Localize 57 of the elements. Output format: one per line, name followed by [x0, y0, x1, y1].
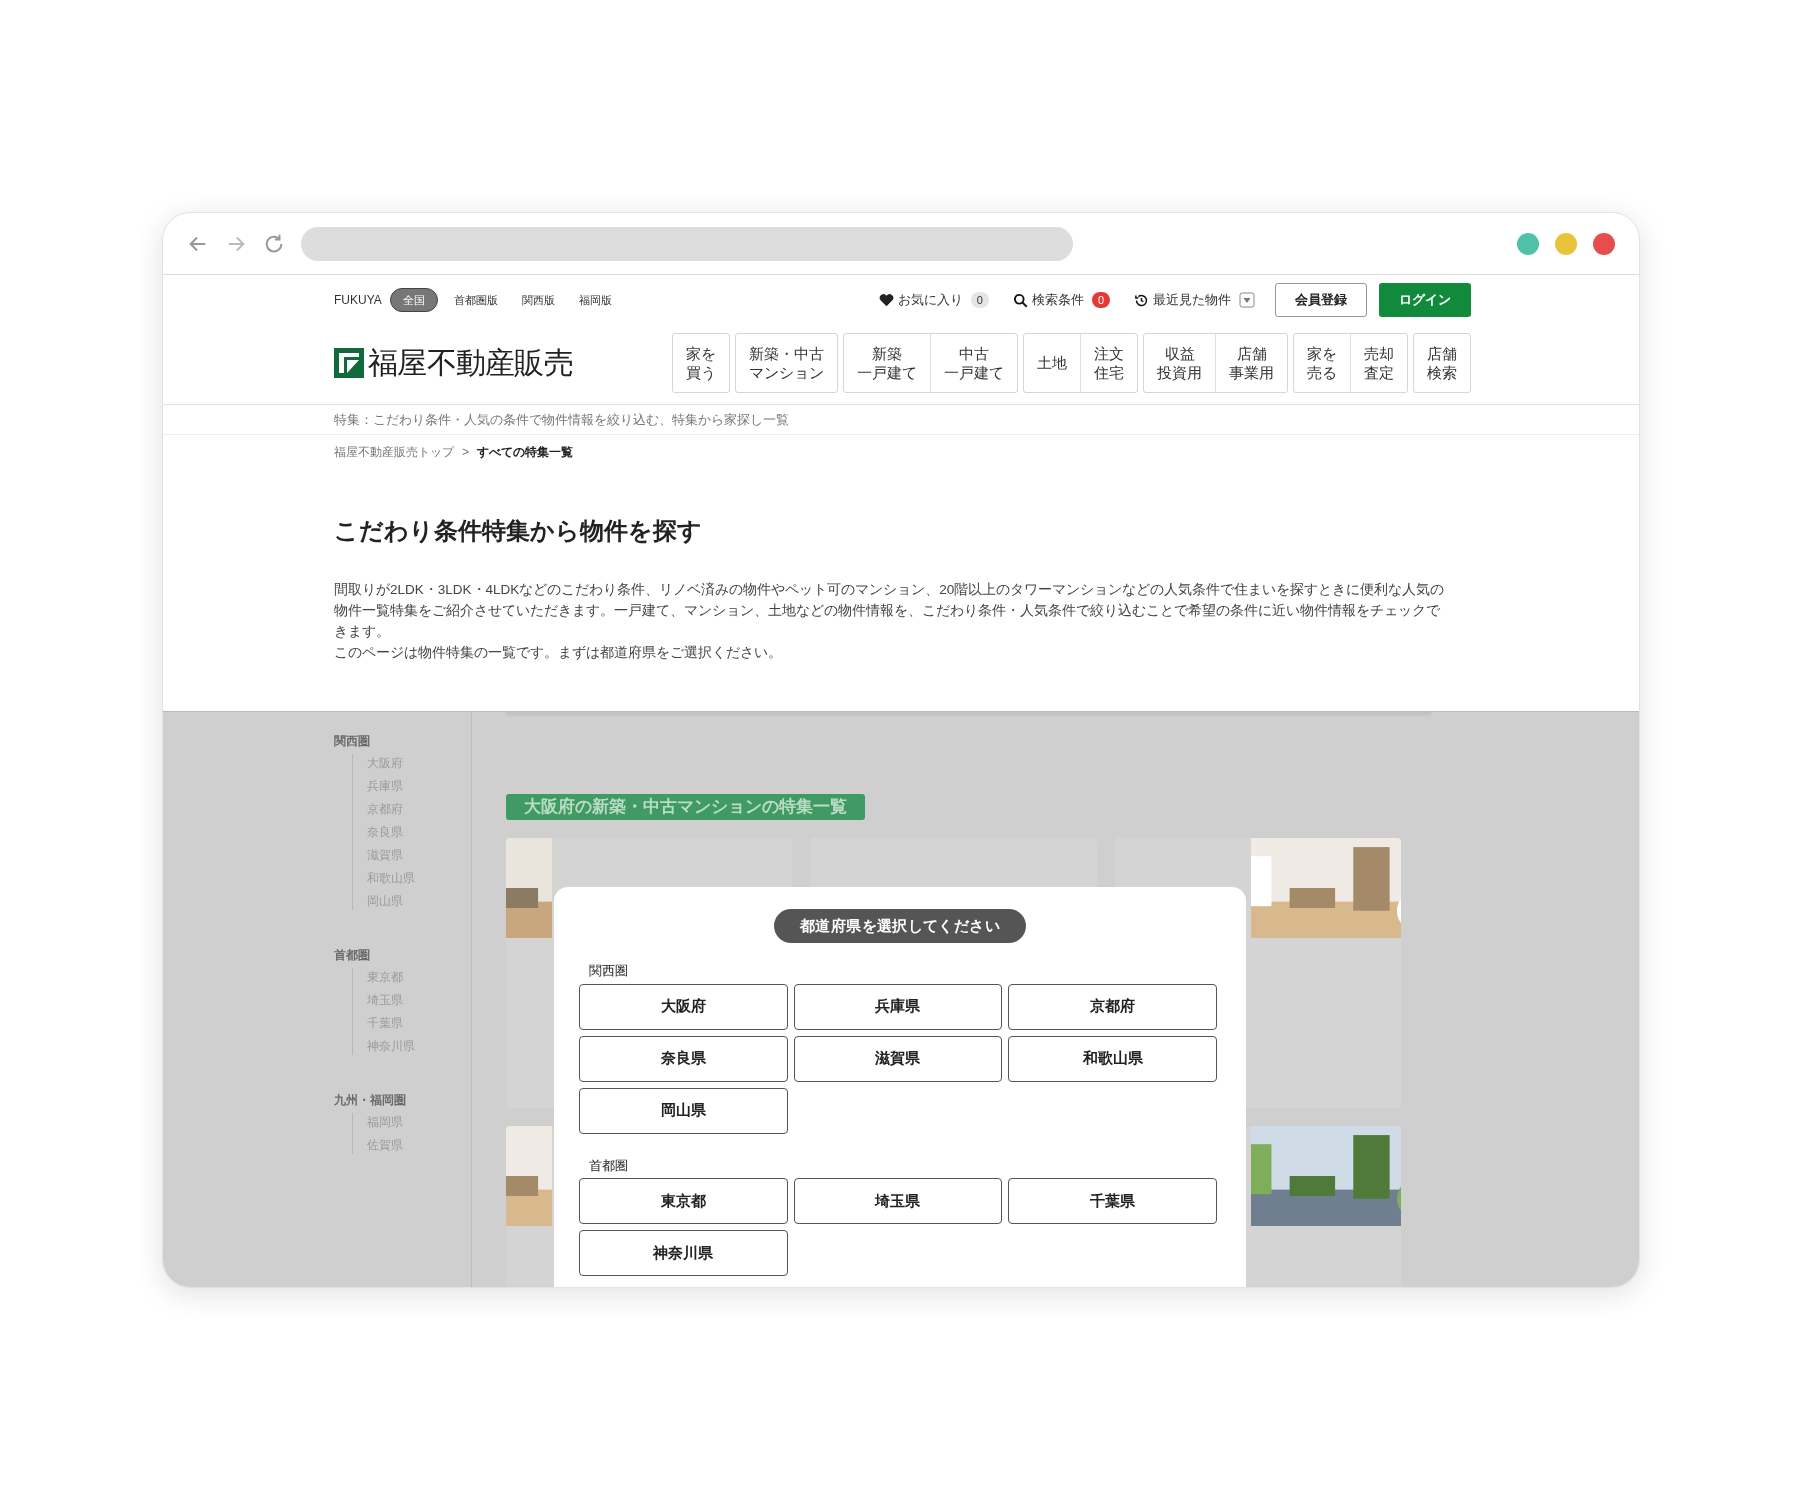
nav-link[interactable]: 家を 買う [673, 333, 729, 392]
prefecture-button[interactable]: 和歌山県 [1008, 1035, 1217, 1082]
region-label: 関西圏 [589, 962, 629, 980]
prefecture-button[interactable]: 大阪府 [579, 983, 788, 1030]
prefecture-button[interactable]: 東京都 [579, 1178, 788, 1224]
region-heading[interactable]: 九州・福岡圏 [334, 1091, 471, 1109]
page-heading: こだわり条件特集から物件を探す [333, 516, 703, 546]
nav-link[interactable]: 注文 住宅 [1080, 333, 1137, 392]
window-button-icon[interactable] [1517, 232, 1539, 255]
recently-viewed-link[interactable]: 最近見た物件 [1134, 290, 1231, 310]
nav-link[interactable]: 売却 査定 [1350, 333, 1407, 392]
dropdown-icon[interactable] [1239, 292, 1255, 308]
prefecture-button[interactable]: 奈良県 [579, 1035, 788, 1082]
edition-tab[interactable]: 全国 [389, 287, 438, 313]
prefecture-button[interactable]: 兵庫県 [793, 983, 1003, 1030]
description-text: 間取りが2LDK・3LDK・4LDKなどのこだわり条件、リノベ済みの物件やペット可のマンション、20階以上のタワーマンションなどの人気条件で住まいを探すときに便利な人気の物件一覧特集をご紹介させていただきます。一戸建て、マンション、土地などの物件情報を、こだわり条件・人気条件で絞り込むことで希望の条件に近い物件情報をチェックできます。 [334, 581, 1446, 641]
nav-link[interactable]: 新築・中古 マンション [736, 333, 837, 392]
page-caption: 特集：こだわり条件・人気の条件で物件情報を絞り込む、特集から家探し一覧 [334, 410, 789, 429]
nav-link[interactable]: 新築 一戸建て [844, 333, 930, 392]
nav-link[interactable]: 店舗 事業用 [1215, 333, 1287, 392]
prefecture-button[interactable]: 京都府 [1008, 983, 1217, 1030]
edition-tab[interactable]: 福岡版 [570, 291, 620, 309]
edition-tab[interactable]: 首都圏版 [445, 291, 506, 309]
nav-link[interactable]: 店舗 検索 [1414, 333, 1470, 392]
prefecture-button[interactable]: 岡山県 [579, 1087, 788, 1134]
region-label: 首都圏 [589, 1156, 629, 1175]
description-text: このページは物件特集の一覧です。まずは都道府県をご選択ください。 [334, 644, 783, 662]
brand-label: FUKUYA [334, 292, 382, 309]
nav-link[interactable]: 中古 一戸建て [930, 333, 1017, 392]
breadcrumb-link[interactable]: 福屋不動産販売トップ [334, 443, 454, 461]
edition-tab[interactable]: 関西版 [513, 291, 563, 309]
login-button[interactable]: ログイン [1379, 283, 1471, 317]
window-button-icon[interactable] [1555, 232, 1577, 255]
favorites-link[interactable]: お気に入り [878, 290, 963, 310]
register-button[interactable]: 会員登録 [1275, 283, 1367, 317]
heart-icon [878, 293, 894, 307]
reload-icon[interactable] [263, 232, 285, 255]
dialog-title: 都道府県を選択してください [774, 909, 1026, 943]
search-icon [1012, 292, 1028, 308]
nav-link[interactable]: 土地 [1024, 333, 1080, 392]
prefecture-button[interactable]: 神奈川県 [579, 1230, 788, 1276]
prefecture-button[interactable]: 千葉県 [1008, 1178, 1217, 1224]
nav-link[interactable]: 家を 売る [1294, 333, 1350, 392]
breadcrumb-link[interactable]: > [462, 443, 469, 461]
prefecture-button[interactable]: 埼玉県 [793, 1178, 1003, 1224]
logo-icon [334, 347, 364, 378]
prefecture-button[interactable]: 滋賀県 [793, 1035, 1003, 1082]
nav-link[interactable]: 収益 投資用 [1144, 333, 1215, 392]
saved-searches-count: 0 [1091, 291, 1110, 309]
section-banner: 大阪府の新築・中古マンションの特集一覧 [506, 794, 865, 820]
window-button-icon[interactable] [1593, 232, 1615, 255]
clock-icon [1134, 292, 1149, 308]
region-heading[interactable]: 関西圏 [334, 732, 471, 750]
saved-searches-link[interactable]: 検索条件 [1012, 290, 1084, 310]
breadcrumb-current: すべての特集一覧 [477, 444, 573, 461]
logo-text: 福屋不動産販売 [368, 345, 573, 381]
favorites-count: 0 [970, 291, 989, 309]
